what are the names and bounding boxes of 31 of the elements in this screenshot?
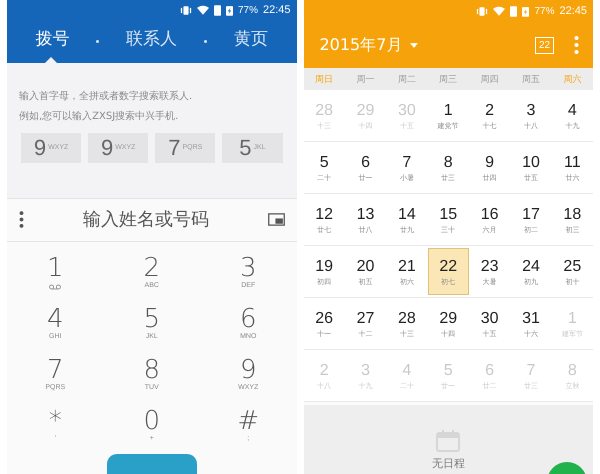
- weekday-label: 周五: [520, 74, 541, 86]
- search-field[interactable]: 输入姓名或号码: [34, 208, 258, 232]
- wifi-icon: [196, 4, 209, 16]
- wifi-icon: [493, 6, 506, 16]
- weekday-label: 周日: [314, 74, 334, 86]
- menu-icon[interactable]: [19, 211, 24, 228]
- vibrate-icon: [180, 4, 192, 16]
- weekday-label: 周一: [356, 74, 376, 86]
- battery-level: 77%: [534, 6, 554, 16]
- weekday-label: 周三: [438, 74, 458, 86]
- weekday-label: 周六: [562, 74, 582, 86]
- weekday-label: 周四: [480, 74, 500, 86]
- call-button[interactable]: [106, 454, 197, 474]
- hint-text: 例如,您可以输入ZXSJ搜索中兴手机.: [19, 110, 180, 123]
- battery-icon: [226, 4, 233, 16]
- vibrate-icon: [476, 6, 488, 16]
- tab[interactable]: 联系人: [120, 20, 184, 63]
- clock: 22:45: [559, 5, 587, 17]
- dial-key[interactable]: 1: [7, 250, 104, 302]
- caret-icon: [410, 42, 418, 48]
- tab[interactable]: 黄页: [228, 20, 274, 63]
- tab[interactable]: 拨号: [29, 20, 76, 63]
- battery-icon: [522, 6, 530, 16]
- voicemail-icon: [49, 284, 62, 290]
- hint-text: 输入首字母，全拼或者数字搜索联系人.: [19, 90, 194, 103]
- clock: 22:45: [262, 4, 290, 16]
- window-icon[interactable]: [268, 213, 284, 226]
- battery-level: 77%: [238, 4, 258, 16]
- weekday-label: 周二: [396, 74, 417, 86]
- empty-agenda-text: 无日程: [432, 456, 465, 471]
- calendar-icon: [436, 430, 460, 452]
